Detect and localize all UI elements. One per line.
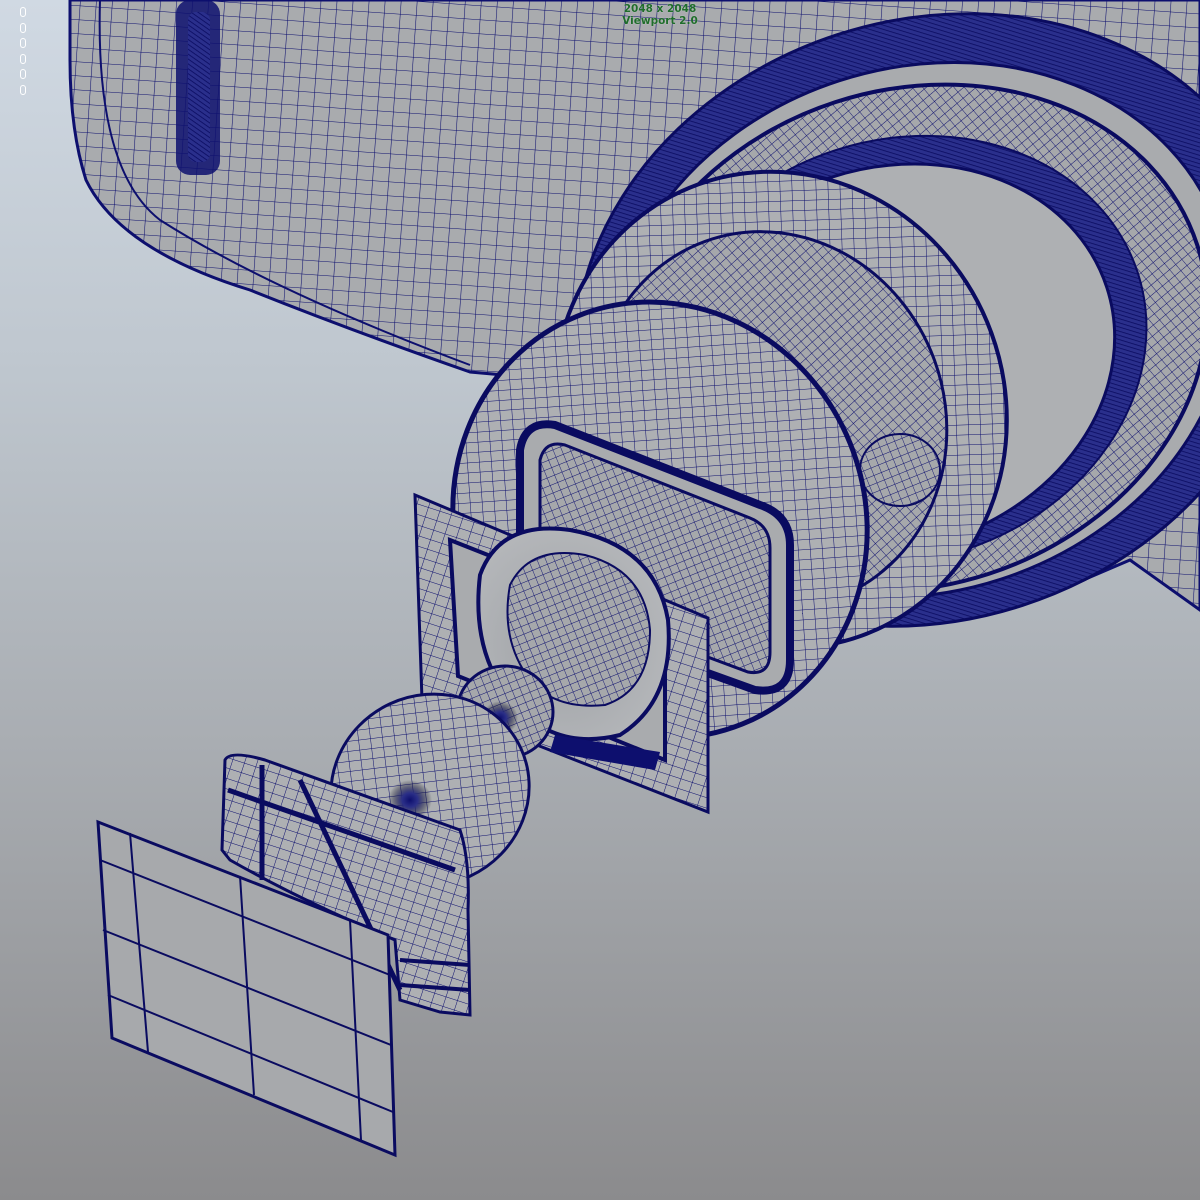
resolution-label: 2048 x 2048: [623, 3, 697, 15]
wireframe-scene[interactable]: [0, 0, 1200, 1200]
side-tick: [20, 22, 26, 33]
side-tick: [20, 84, 26, 95]
side-tick: [20, 38, 26, 48]
body-lettering-graphic: [176, 0, 220, 175]
viewport-hud: 2048 x 2048 Viewport 2.0: [580, 3, 740, 27]
maya-viewport[interactable]: 2048 x 2048 Viewport 2.0: [0, 0, 1200, 1200]
side-tick: [20, 53, 26, 64]
viewport-label: Viewport 2.0: [622, 14, 698, 27]
side-tick-column: [20, 7, 26, 100]
side-tick: [20, 69, 26, 79]
side-tick: [20, 7, 26, 17]
